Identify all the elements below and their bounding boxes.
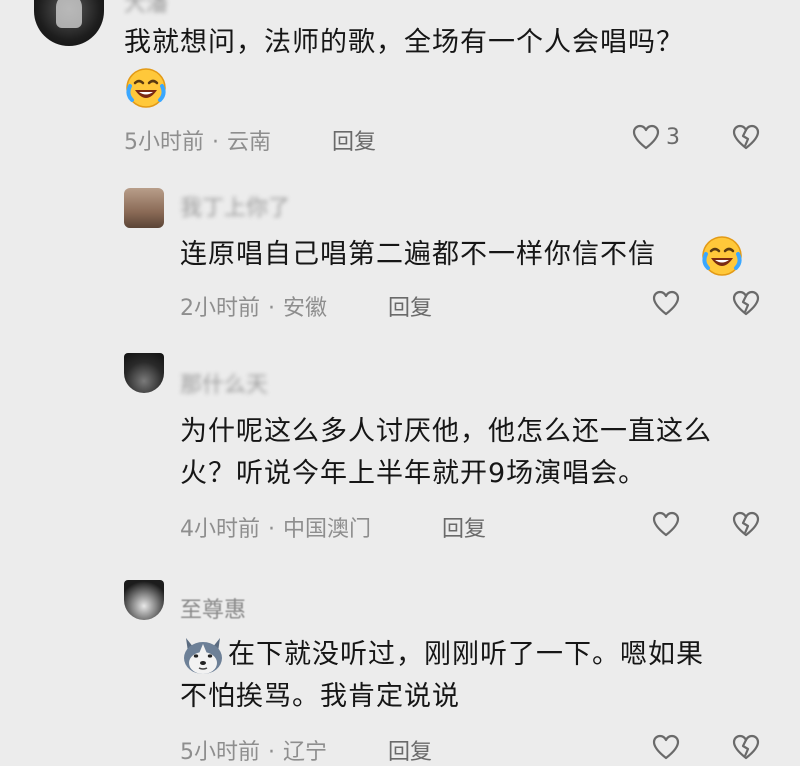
like-button[interactable]	[652, 734, 680, 760]
dislike-button[interactable]	[732, 511, 760, 541]
avatar[interactable]	[34, 0, 104, 46]
timestamp: 5小时前	[124, 130, 204, 155]
username[interactable]: 我丁上你了	[180, 190, 290, 222]
reply-button[interactable]: 回复	[388, 734, 432, 766]
heart-icon	[652, 511, 680, 537]
like-button[interactable]	[652, 290, 680, 316]
location: 安徽	[283, 296, 328, 321]
dislike-button[interactable]	[732, 734, 760, 764]
comment-meta: 5小时前 · 辽宁	[180, 740, 328, 765]
comment-text: 连原唱自己唱第二遍都不一样你信不信	[180, 239, 656, 270]
broken-heart-icon	[732, 734, 760, 760]
avatar[interactable]	[124, 188, 164, 228]
reply-button[interactable]: 回复	[442, 511, 486, 543]
comment-meta: 2小时前 · 安徽	[180, 296, 328, 321]
comment-meta: 5小时前 · 云南	[124, 130, 272, 155]
broken-heart-icon	[732, 124, 760, 150]
laughing-crying-emoji	[702, 236, 742, 276]
heart-icon	[652, 290, 680, 316]
laughing-crying-emoji	[126, 68, 166, 108]
heart-icon	[632, 124, 660, 150]
comment-item: 至尊惠 在下就没听过，刚刚听了一下。嗯如果 不怕挨骂。我肯定说说 5小时前 · 辽宁…	[0, 572, 800, 765]
comment-text: 我就想问，法师的歌，全场有一个人会唱吗？	[124, 27, 684, 58]
timestamp: 4小时前	[180, 517, 260, 542]
comment-item: 我丁上你了 连原唱自己唱第二遍都不一样你信不信 2小时前 · 安徽 回复	[0, 180, 800, 330]
username[interactable]: 大潘	[124, 0, 168, 18]
username[interactable]: 那什么天	[180, 367, 268, 399]
timestamp: 5小时前	[180, 740, 260, 765]
dislike-button[interactable]	[732, 124, 760, 154]
heart-icon	[652, 734, 680, 760]
like-button[interactable]	[652, 511, 680, 537]
timestamp: 2小时前	[180, 296, 260, 321]
like-count: 3	[666, 124, 680, 150]
dislike-button[interactable]	[732, 290, 760, 320]
location: 辽宁	[283, 740, 328, 765]
avatar[interactable]	[124, 580, 164, 620]
comment-text: 为什呢这么多人讨厌他，他怎么还一直这么 火？听说今年上半年就开9场演唱会。	[180, 416, 712, 489]
comment-item: 那什么天 为什呢这么多人讨厌他，他怎么还一直这么 火？听说今年上半年就开9场演唱…	[0, 345, 800, 560]
location: 云南	[227, 130, 272, 155]
broken-heart-icon	[732, 290, 760, 316]
location: 中国澳门	[283, 517, 372, 542]
avatar[interactable]	[124, 353, 164, 393]
reply-button[interactable]: 回复	[332, 124, 376, 156]
comment-meta: 4小时前 · 中国澳门	[180, 517, 372, 542]
like-button[interactable]: 3	[632, 124, 680, 150]
comment-item: 大潘 我就想问，法师的歌，全场有一个人会唱吗？ 5小时前 · 云南 回复 3	[0, 0, 800, 170]
comment-text: 在下就没听过，刚刚听了一下。嗯如果 不怕挨骂。我肯定说说	[180, 639, 704, 712]
username[interactable]: 至尊惠	[180, 592, 246, 624]
broken-heart-icon	[732, 511, 760, 537]
reply-button[interactable]: 回复	[388, 290, 432, 322]
